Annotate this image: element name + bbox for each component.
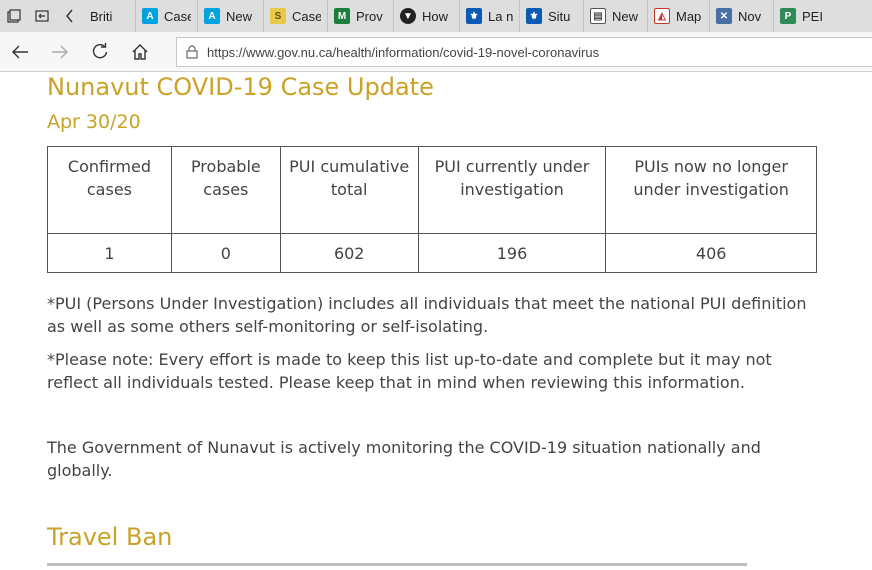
table-cell: 196 [417, 233, 607, 273]
browser-tab[interactable]: P PEI ( [774, 0, 830, 32]
browser-tab[interactable]: M Prov [328, 0, 394, 32]
cut-off-text [47, 563, 767, 570]
forward-button[interactable] [40, 32, 80, 72]
table-cell: 406 [605, 233, 817, 273]
quebec-icon: ⚜ [466, 8, 482, 24]
forward-arrow-icon [52, 45, 68, 58]
column-header: PUI cumulative total [279, 146, 419, 234]
page-content: Nunavut COVID-19 Case Update Apr 30/20 C… [0, 73, 872, 570]
column-header: PUI currently under investigation [417, 146, 607, 234]
scroll-tabs-left-icon[interactable] [56, 0, 84, 32]
column-header: Confirmed cases [47, 146, 172, 234]
browser-tab[interactable]: Briti [84, 0, 136, 32]
table-header-row: Confirmed cases Probable cases PUI cumul… [47, 146, 817, 234]
nb-icon: ▤ [590, 8, 606, 24]
manitoba-icon: M [334, 8, 350, 24]
refresh-icon [92, 42, 108, 58]
refresh-button[interactable] [80, 32, 120, 72]
tab-actions-icon[interactable] [0, 0, 28, 32]
table-row: 1 0 602 196 406 [47, 233, 817, 273]
back-arrow-icon [12, 45, 28, 58]
pui-note: *PUI (Persons Under Investigation) inclu… [47, 294, 807, 336]
travel-ban-heading: Travel Ban [47, 523, 173, 551]
table-cell: 0 [170, 233, 281, 273]
browser-tab[interactable]: ⚜ La n [460, 0, 520, 32]
monitoring-statement: The Government of Nunavut is actively mo… [47, 438, 761, 480]
browser-tab[interactable]: ◭ Map [648, 0, 710, 32]
table-cell: 602 [279, 233, 419, 273]
browser-tab[interactable]: A Case [136, 0, 198, 32]
nl-icon: ✕ [716, 8, 732, 24]
ontario-icon: ▼ [400, 8, 416, 24]
tab-strip: Briti A Case A New S Case M Prov ▼ How ⚜… [0, 0, 872, 32]
update-date: Apr 30/20 [47, 111, 141, 133]
set-aside-tabs-icon[interactable] [28, 0, 56, 32]
page-title: Nunavut COVID-19 Case Update [47, 73, 434, 101]
alberta-icon: A [142, 8, 158, 24]
browser-tab[interactable]: ▤ New [584, 0, 648, 32]
home-button[interactable] [120, 32, 160, 72]
pei-icon: P [780, 8, 796, 24]
browser-tab[interactable]: ✕ Nov [710, 0, 774, 32]
table-cell: 1 [47, 233, 172, 273]
navigation-bar: https://www.gov.nu.ca/health/information… [0, 32, 872, 72]
lock-icon [177, 38, 207, 66]
column-header: PUIs now no longer under investigation [605, 146, 817, 234]
column-header: Probable cases [170, 146, 281, 234]
quebec-icon: ⚜ [526, 8, 542, 24]
browser-tab[interactable]: S Case [264, 0, 328, 32]
case-table: Confirmed cases Probable cases PUI cumul… [47, 146, 817, 273]
home-icon [132, 43, 148, 60]
browser-tab[interactable]: ⚜ Situ [520, 0, 584, 32]
saskatchewan-icon: S [270, 8, 286, 24]
ns-icon: ◭ [654, 8, 670, 24]
please-note: *Please note: Every effort is made to ke… [47, 350, 772, 392]
browser-tab[interactable]: A New [198, 0, 264, 32]
address-bar[interactable]: https://www.gov.nu.ca/health/information… [176, 37, 872, 67]
url-text: https://www.gov.nu.ca/health/information… [207, 44, 600, 60]
alberta-icon: A [204, 8, 220, 24]
browser-tab[interactable]: ▼ How [394, 0, 460, 32]
back-button[interactable] [0, 32, 40, 72]
